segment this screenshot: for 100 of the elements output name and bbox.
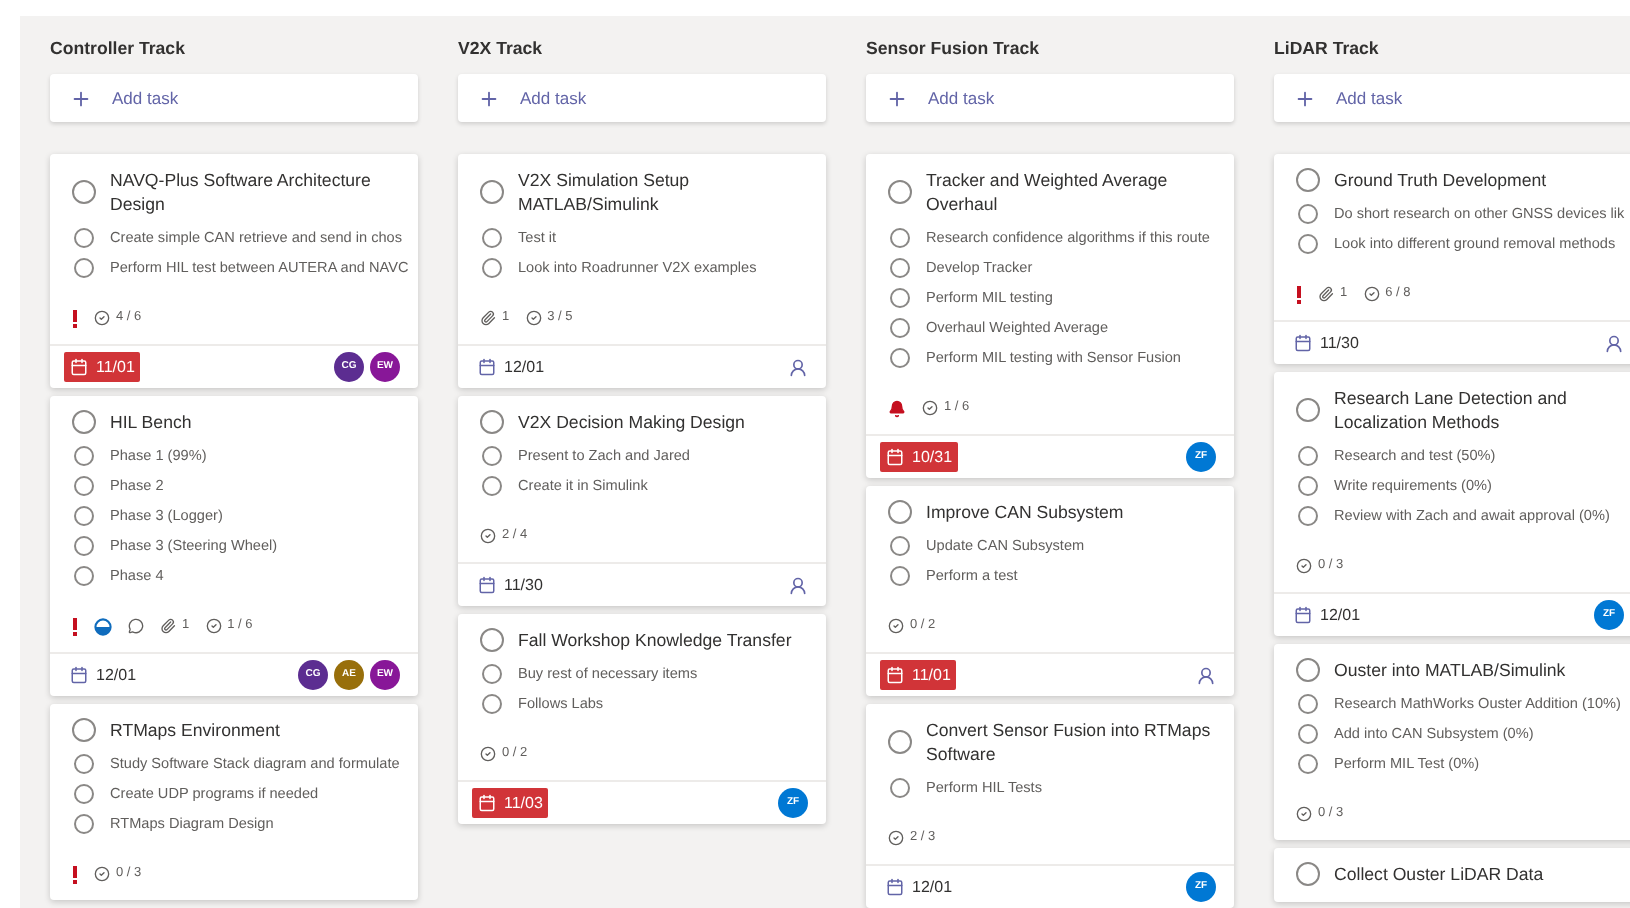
paperclip-icon (1318, 286, 1334, 302)
task-checkbox[interactable] (1296, 398, 1320, 422)
task-checkbox[interactable] (72, 718, 96, 742)
checklist-checkbox[interactable] (890, 257, 910, 277)
checklist-checkbox[interactable] (890, 287, 910, 307)
checklist-checkbox[interactable] (74, 565, 94, 585)
calendar-icon (478, 794, 496, 812)
checklist-checkbox[interactable] (890, 535, 910, 555)
due-date-button[interactable]: 11/30 (1288, 328, 1365, 358)
task-title: V2X Decision Making Design (518, 410, 745, 434)
task-title: Tracker and Weighted Average Overhaul (926, 168, 1170, 216)
checklist-icon (922, 400, 938, 416)
task-checkbox[interactable] (1296, 862, 1320, 886)
due-date-button[interactable]: 12/01 (880, 872, 959, 902)
checklist-checkbox[interactable] (890, 777, 910, 797)
due-date-button[interactable]: 11/01 (64, 352, 141, 382)
checklist-checkbox[interactable] (890, 317, 910, 337)
task-checkbox[interactable] (480, 180, 504, 204)
checklist-icon (94, 310, 110, 326)
person-icon[interactable] (1196, 665, 1216, 685)
checklist-checkbox[interactable] (1298, 233, 1318, 253)
task-checkbox[interactable] (72, 180, 96, 204)
checklist-checkbox[interactable] (74, 227, 94, 247)
task-checkbox[interactable] (72, 410, 96, 434)
task-checkbox[interactable] (480, 628, 504, 652)
column-title: V2X Track (458, 36, 545, 60)
checklist-checkbox[interactable] (890, 565, 910, 585)
checklist-checkbox[interactable] (482, 475, 502, 495)
checklist-checkbox[interactable] (1298, 753, 1318, 773)
calendar-icon (1294, 606, 1312, 624)
task-title: Collect Ouster LiDAR Data (1334, 862, 1544, 886)
due-date-button[interactable]: 10/31 (880, 442, 959, 472)
task-checkbox[interactable] (1296, 168, 1320, 192)
paperclip-icon (160, 618, 176, 634)
checklist-checkbox[interactable] (1298, 505, 1318, 525)
task-checkbox[interactable] (1296, 658, 1320, 682)
due-date-button[interactable]: 11/01 (880, 660, 957, 690)
task-title: Research Lane Detection and Localization Methods (1334, 386, 1569, 434)
task-title: Improve CAN Subsystem (926, 500, 1124, 524)
person-icon[interactable] (788, 357, 808, 377)
checklist-checkbox[interactable] (74, 535, 94, 555)
checklist-icon (1296, 806, 1312, 822)
task-title: RTMaps Environment (110, 718, 280, 742)
checklist-checkbox[interactable] (74, 813, 94, 833)
checklist-checkbox[interactable] (890, 347, 910, 367)
checklist-icon (94, 866, 110, 882)
person-icon[interactable] (788, 575, 808, 595)
checklist-checkbox[interactable] (482, 445, 502, 465)
checklist-icon (205, 618, 222, 634)
task-title: NAVQ-Plus Software Architecture Design (110, 168, 373, 216)
task-title: Convert Sensor Fusion into RTMaps Software (926, 718, 1213, 766)
add-task-button[interactable]: Add task (458, 74, 826, 122)
due-date-button[interactable]: 12/01 (1288, 600, 1367, 630)
plus-icon (70, 87, 92, 109)
due-date-button[interactable]: 12/01 (472, 352, 551, 382)
task-checkbox[interactable] (888, 500, 912, 524)
checklist-checkbox[interactable] (482, 227, 502, 247)
task-title: Fall Workshop Knowledge Transfer (518, 628, 792, 652)
calendar-icon (886, 448, 904, 466)
checklist-checkbox[interactable] (74, 257, 94, 277)
checklist-icon (480, 528, 496, 544)
add-task-button[interactable]: Add task (1274, 74, 1630, 122)
checklist-checkbox[interactable] (890, 227, 910, 247)
paperclip-icon (480, 310, 496, 326)
calendar-icon (70, 666, 88, 684)
checklist-checkbox[interactable] (74, 783, 94, 803)
add-task-button[interactable]: Add task (50, 74, 418, 122)
task-title: Ouster into MATLAB/Simulink (1334, 658, 1566, 682)
plus-icon (886, 87, 908, 109)
person-icon[interactable] (1604, 333, 1624, 353)
task-checkbox[interactable] (888, 180, 912, 204)
task-checkbox[interactable] (480, 410, 504, 434)
checklist-checkbox[interactable] (1298, 723, 1318, 743)
add-task-button[interactable]: Add task (866, 74, 1234, 122)
calendar-icon (478, 576, 496, 594)
task-card[interactable]: Collect Ouster LiDAR Data (1274, 848, 1630, 902)
checklist-checkbox[interactable] (1298, 693, 1318, 713)
checklist-icon (1296, 558, 1312, 574)
plus-icon (1294, 87, 1316, 109)
checklist-checkbox[interactable] (74, 505, 94, 525)
checklist-checkbox[interactable] (74, 475, 94, 495)
calendar-icon (478, 358, 496, 376)
column-title: Sensor Fusion Track (866, 36, 1042, 60)
calendar-icon (886, 666, 904, 684)
due-date-button[interactable]: 12/01 (64, 660, 143, 690)
calendar-icon (886, 878, 904, 896)
checklist-checkbox[interactable] (74, 445, 94, 465)
checklist-checkbox[interactable] (1298, 475, 1318, 495)
checklist-checkbox[interactable] (482, 257, 502, 277)
checklist-checkbox[interactable] (1298, 445, 1318, 465)
checklist-icon (480, 746, 496, 762)
checklist-checkbox[interactable] (1298, 203, 1318, 223)
due-date-button[interactable]: 11/03 (472, 788, 549, 818)
checklist-checkbox[interactable] (74, 753, 94, 773)
due-date-button[interactable]: 11/30 (472, 570, 549, 600)
checklist-checkbox[interactable] (482, 663, 502, 683)
column-title: Controller Track (50, 36, 187, 60)
task-title: Ground Truth Development (1334, 168, 1547, 192)
task-checkbox[interactable] (888, 730, 912, 754)
checklist-checkbox[interactable] (482, 693, 502, 713)
